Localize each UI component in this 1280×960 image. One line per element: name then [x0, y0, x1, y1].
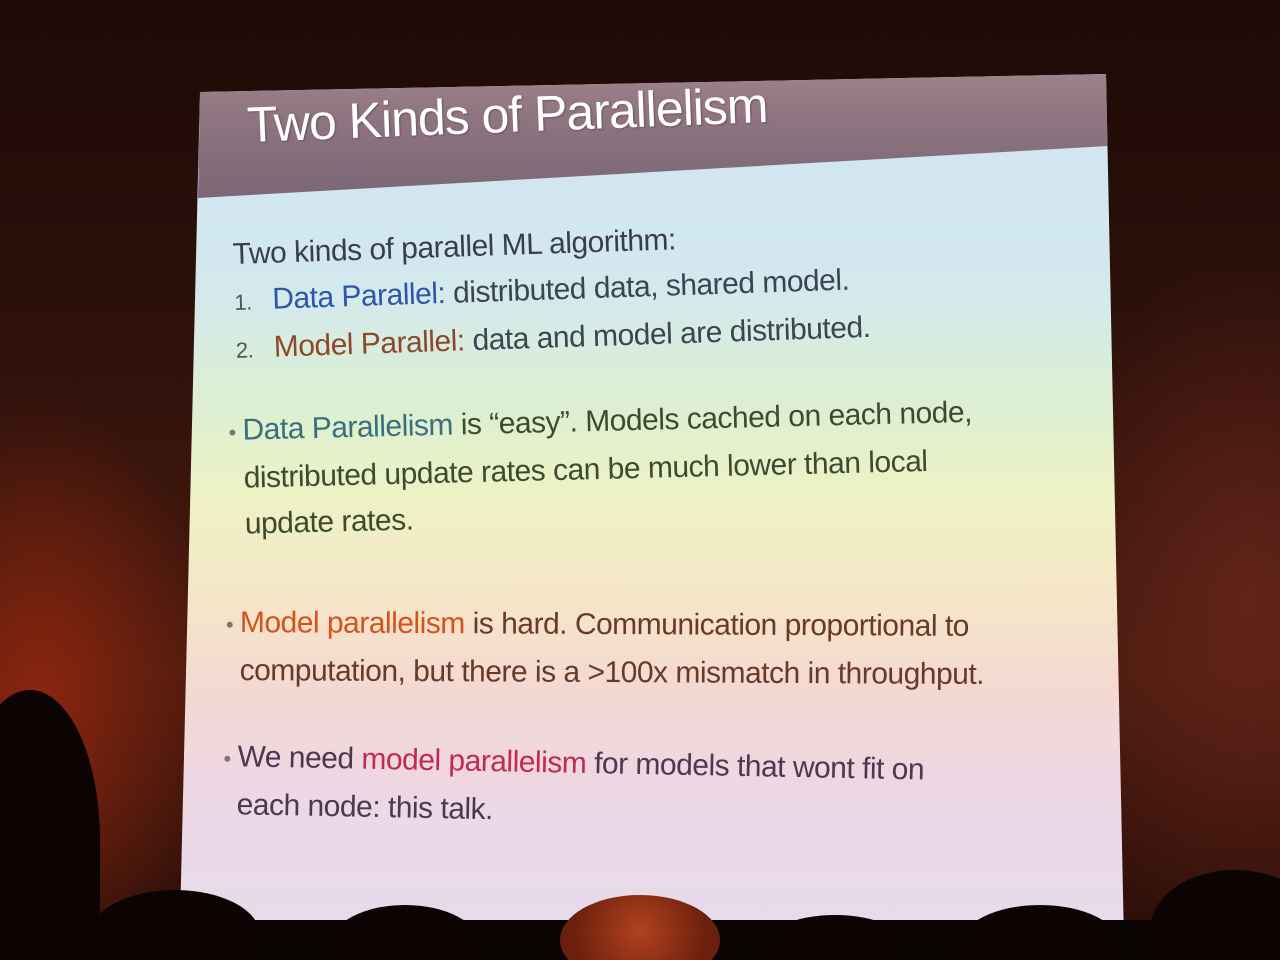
bullet-need-model-parallelism: • We need model parallelism for models th… [222, 734, 924, 841]
bullet-dot-icon: • [225, 611, 234, 638]
bullet-line: • Model parallelism is hard. Communicatio… [226, 600, 985, 652]
bullet-data-parallelism: • Data Parallelism is “easy”. Models cach… [228, 390, 975, 548]
keyword-data-parallelism: Data Parallelism [242, 408, 454, 447]
bullet-text: is “easy”. Models cached on each node, [452, 395, 973, 442]
list-item-text: distributed data, shared model. [444, 263, 850, 310]
keyword-model-parallel: Model Parallel: [273, 324, 466, 364]
keyword-need-model-parallelism: model parallelism [361, 742, 587, 780]
bullet-text: for models that wont fit on [585, 746, 925, 787]
keyword-model-parallelism: Model parallelism [239, 606, 465, 641]
keyword-data-parallel: Data Parallel: [271, 276, 446, 316]
bullet-text: is hard. Communication proportional to [464, 607, 969, 643]
bullet-model-parallelism: • Model parallelism is hard. Communicatio… [226, 600, 985, 698]
bullet-dot-icon: • [228, 419, 237, 445]
bullet-prefix: We need [237, 740, 362, 776]
bullet-line: computation, but there is a >100x mismat… [239, 654, 985, 691]
intro-block: Two kinds of parallel ML algorithm: 1. Da… [232, 211, 871, 374]
bullet-dot-icon: • [223, 745, 231, 772]
list-number: 2. [235, 337, 254, 363]
list-item-text: data and model are distributed. [464, 310, 871, 358]
list-number: 1. [233, 289, 253, 315]
